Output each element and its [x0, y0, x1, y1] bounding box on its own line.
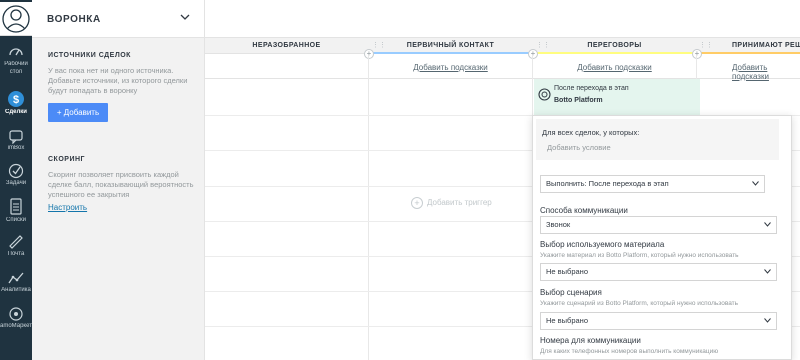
comm-label: Способа коммуникации [540, 206, 628, 215]
pipeline-title: ВОРОНКА [47, 14, 101, 25]
scenario-select[interactable]: Не выбрано [540, 312, 777, 330]
board-top-strip [205, 0, 800, 38]
chat-icon [9, 130, 23, 144]
column-header[interactable]: НЕРАЗОБРАННОЕ [205, 38, 368, 54]
execute-select-value: Выполнить: После перехода в этап [546, 179, 669, 188]
user-avatar-icon [2, 5, 30, 33]
hints-row: Добавить подсказки Добавить подсказки До… [205, 55, 800, 81]
chevron-down-icon [752, 181, 759, 186]
stage-color-bar [697, 52, 800, 54]
nav-item-mail[interactable]: Почта [0, 234, 32, 258]
material-label: Выбор используемого материала [540, 240, 665, 249]
main-nav: Рабочий стол $ Сделки imBox Задачи Списк… [0, 0, 32, 360]
comm-select[interactable]: Звонок [540, 216, 777, 234]
trigger-condition: После перехода в этап [554, 85, 629, 92]
nav-label: Рабочий [4, 61, 28, 67]
botto-trigger-card[interactable]: После перехода в этап Botto Platform [534, 79, 700, 115]
scoring-text: Скоринг позволяет присвоить каждой сделк… [48, 170, 194, 199]
svg-text:$: $ [13, 94, 19, 106]
conditions-box: Для всех сделок, у которых: Добавить усл… [536, 119, 779, 160]
add-trigger-link[interactable]: Добавить триггер [427, 198, 492, 207]
add-stage-icon[interactable]: + [528, 49, 538, 59]
nav-label: Почта [7, 251, 25, 257]
add-hints-link[interactable]: Добавить подсказки [369, 63, 532, 72]
avatar[interactable] [0, 2, 32, 36]
add-hints-link[interactable]: Добавить подсказки [697, 63, 800, 81]
nav-item-imbox[interactable]: imBox [0, 128, 32, 152]
material-hint: Укажите материал из Botto Platform, кото… [540, 252, 739, 259]
nav-item-market[interactable]: amoМаркет [0, 306, 32, 330]
comm-select-value: Звонок [546, 220, 571, 229]
nav-label: imBox [7, 145, 25, 151]
sources-text: У вас пока нет ни одного источника. Доба… [48, 66, 188, 95]
numbers-hint: Для каких телефонных номеров выполнить к… [540, 348, 719, 355]
execute-select[interactable]: Выполнить: После перехода в этап [540, 175, 765, 193]
conditions-title: Для всех сделок, у которых: [542, 128, 640, 137]
add-button-label: Добавить [63, 108, 100, 117]
plus-icon: + [56, 108, 64, 117]
scenario-select-value: Не выбрано [546, 316, 588, 325]
deals-icon: $ [8, 91, 24, 107]
pipeline-panel: ВОРОНКА ИСТОЧНИКИ СДЕЛОК У вас пока нет … [32, 0, 205, 360]
nav-label: Задачи [5, 180, 27, 186]
add-stage-icon[interactable]: + [364, 49, 374, 59]
setup-scoring-link[interactable]: Настроить [48, 203, 87, 212]
add-condition[interactable]: Добавить условие [547, 143, 611, 152]
material-select[interactable]: Не выбрано [540, 263, 777, 281]
column-divider [368, 55, 369, 360]
panel-header: ВОРОНКА [32, 0, 204, 38]
add-stage-icon[interactable]: + [692, 49, 702, 59]
scenario-label: Выбор сценария [540, 288, 602, 297]
mail-icon [9, 235, 23, 249]
analytics-icon [8, 272, 24, 284]
nav-item-tasks[interactable]: Задачи [0, 163, 32, 187]
app-window: Рабочий стол $ Сделки imBox Задачи Списк… [0, 0, 800, 360]
nav-label: Списки [6, 217, 26, 223]
stage-color-bar [533, 52, 696, 54]
nav-label: Сделки [5, 109, 27, 115]
lists-icon [10, 198, 22, 215]
column-headers: НЕРАЗОБРАННОЕ ⋮⋮ ПЕРВИЧНЫЙ КОНТАКТ ⋮⋮ ПЕ… [205, 38, 800, 54]
dashboard-icon [9, 48, 23, 56]
nav-item-lists[interactable]: Списки [0, 198, 32, 224]
chevron-down-icon [764, 269, 771, 274]
scenario-hint: Укажите сценарий из Botto Platform, кото… [540, 300, 739, 307]
chevron-down-icon [764, 318, 771, 323]
tasks-icon [8, 163, 24, 179]
add-hints-link[interactable]: Добавить подсказки [533, 63, 696, 72]
bot-icon [538, 88, 551, 101]
pipeline-board: НЕРАЗОБРАННОЕ ⋮⋮ ПЕРВИЧНЫЙ КОНТАКТ ⋮⋮ ПЕ… [205, 0, 800, 360]
nav-label: amoМаркет [0, 323, 32, 329]
add-source-button[interactable]: + Добавить [48, 103, 108, 122]
stage-color-bar [369, 52, 532, 54]
add-trigger-icon[interactable]: + [411, 197, 423, 209]
numbers-label: Номера для коммуникации [540, 336, 641, 345]
material-select-value: Не выбрано [546, 267, 588, 276]
chevron-down-icon [764, 222, 771, 227]
scoring-title: СКОРИНГ [48, 156, 85, 163]
market-icon [9, 307, 23, 321]
nav-item-dashboard[interactable]: Рабочий стол [0, 44, 32, 76]
chevron-down-icon[interactable] [180, 13, 190, 21]
sources-title: ИСТОЧНИКИ СДЕЛОК [48, 52, 131, 59]
nav-item-deals[interactable]: $ Сделки [0, 90, 32, 116]
nav-item-analytics[interactable]: Аналитика [0, 270, 32, 294]
trigger-settings-popup: Для всех сделок, у которых: Добавить усл… [532, 115, 792, 360]
trigger-name: Botto Platform [554, 97, 603, 104]
nav-label: Аналитика [1, 287, 31, 293]
nav-label: стол [9, 69, 23, 75]
